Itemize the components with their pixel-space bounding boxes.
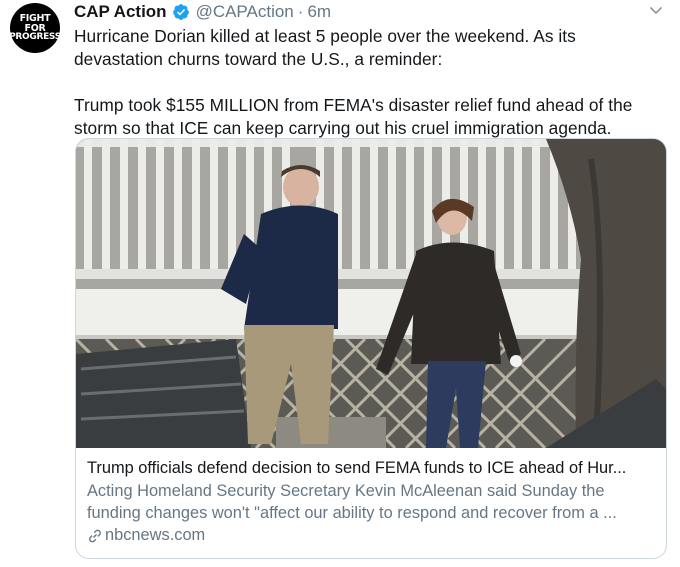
verified-badge-icon: [172, 4, 189, 20]
tweet-text: Hurricane Dorian killed at least 5 peopl…: [74, 25, 668, 140]
tweet-paragraph-2: Trump took $155 MILLION from FEMA's disa…: [74, 95, 633, 138]
tweet[interactable]: FIGHT FOR PROGRESS CAP Action @CAPAction…: [0, 0, 680, 567]
author-handle[interactable]: @CAPAction: [196, 2, 294, 22]
card-title[interactable]: Trump officials defend decision to send …: [87, 457, 654, 479]
timestamp[interactable]: 6m: [307, 2, 331, 22]
link-icon: [89, 529, 101, 542]
chevron-down-icon[interactable]: [648, 2, 664, 18]
card-body: Trump officials defend decision to send …: [76, 448, 666, 545]
avatar[interactable]: FIGHT FOR PROGRESS: [9, 3, 61, 53]
avatar-line-1: FIGHT FOR: [19, 13, 51, 34]
card-image: [76, 139, 666, 448]
tweet-header: CAP Action @CAPAction · 6m: [74, 0, 668, 24]
card-domain: nbcnews.com: [105, 526, 206, 544]
author-name[interactable]: CAP Action: [74, 2, 167, 22]
tweet-content: CAP Action @CAPAction · 6m Hurricane Dor…: [74, 0, 668, 140]
link-card[interactable]: Trump officials defend decision to send …: [75, 138, 667, 559]
tweet-paragraph-1: Hurricane Dorian killed at least 5 peopl…: [74, 26, 576, 69]
avatar-line-2: PROGRESS: [9, 32, 61, 42]
card-description: Acting Homeland Security Secretary Kevin…: [87, 482, 617, 522]
card-domain-row[interactable]: nbcnews.com: [87, 526, 654, 545]
separator-dot: ·: [297, 2, 304, 21]
